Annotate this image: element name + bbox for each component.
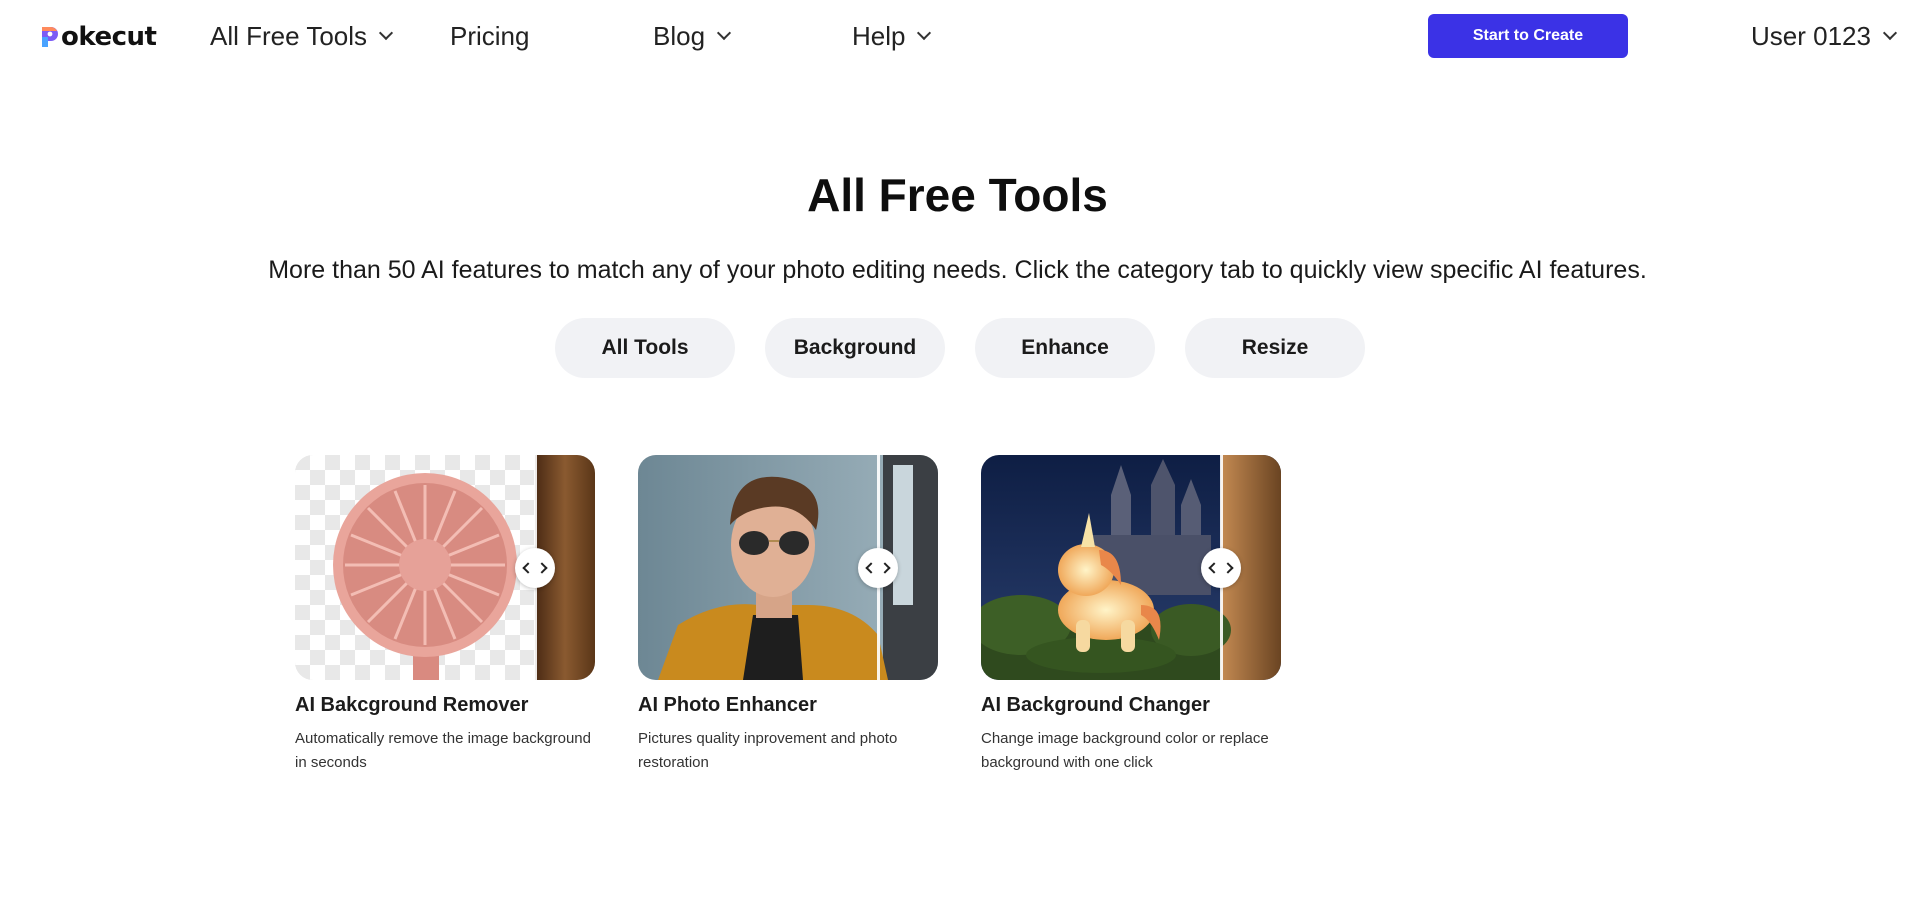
card-thumbnail [638, 455, 938, 680]
tab-enhance[interactable]: Enhance [975, 318, 1155, 378]
chevron-right-icon [879, 562, 891, 574]
nav-all-free-tools[interactable]: All Free Tools [210, 18, 394, 54]
card-description: Pictures quality inprovement and photo r… [638, 730, 898, 771]
card-title: AI Background Changer [981, 694, 1210, 716]
tool-card-grid: AI Bakcground Remover Automatically remo… [295, 455, 1281, 775]
nav-blog[interactable]: Blog [653, 18, 732, 54]
page-title: All Free Tools [807, 169, 1108, 221]
card-description: Automatically remove the image backgroun… [295, 730, 591, 771]
tool-card-background-changer[interactable]: AI Background Changer Change image backg… [981, 455, 1281, 775]
top-navigation: okecut All Free Tools Pricing Blog Help … [0, 0, 1915, 72]
chevron-right-icon [1222, 562, 1234, 574]
tab-background[interactable]: Background [765, 318, 945, 378]
start-to-create-button[interactable]: Start to Create [1428, 14, 1628, 58]
tool-card-photo-enhancer[interactable]: AI Photo Enhancer Pictures quality inpro… [638, 455, 938, 775]
card-description: Change image background color or replace… [981, 730, 1269, 771]
page-subtitle: More than 50 AI features to match any of… [268, 256, 1647, 284]
tool-card-background-remover[interactable]: AI Bakcground Remover Automatically remo… [295, 455, 595, 775]
nav-label: All Free Tools [210, 20, 368, 51]
nav-pricing[interactable]: Pricing [450, 18, 529, 54]
chevron-down-icon [716, 25, 732, 41]
user-name: User 0123 [1751, 20, 1871, 51]
pokecut-logo[interactable]: okecut [40, 20, 157, 54]
compare-slider-handle[interactable] [515, 548, 555, 588]
category-tabs: All Tools Background Enhance Resize [555, 318, 1365, 378]
chevron-down-icon [378, 25, 394, 41]
tab-all-tools[interactable]: All Tools [555, 318, 735, 378]
tab-resize[interactable]: Resize [1185, 318, 1365, 378]
card-title: AI Photo Enhancer [638, 694, 817, 716]
nav-label: Pricing [450, 20, 530, 51]
card-thumbnail [981, 455, 1281, 680]
chevron-down-icon [917, 25, 932, 41]
chevron-left-icon [865, 562, 877, 574]
chevron-left-icon [522, 562, 534, 574]
nav-label: Help [852, 20, 906, 51]
nav-help[interactable]: Help [852, 18, 932, 54]
card-thumbnail [295, 455, 595, 680]
logo-wordmark: okecut [61, 22, 157, 52]
chevron-right-icon [536, 562, 548, 574]
logo-mark-icon [40, 25, 60, 49]
compare-slider-handle[interactable] [1201, 548, 1241, 588]
nav-label: Blog [653, 20, 706, 51]
compare-slider-handle[interactable] [858, 548, 898, 588]
user-menu[interactable]: User 0123 [1751, 18, 1898, 54]
chevron-left-icon [1208, 562, 1220, 574]
chevron-down-icon [1882, 25, 1898, 41]
card-title: AI Bakcground Remover [295, 694, 529, 716]
